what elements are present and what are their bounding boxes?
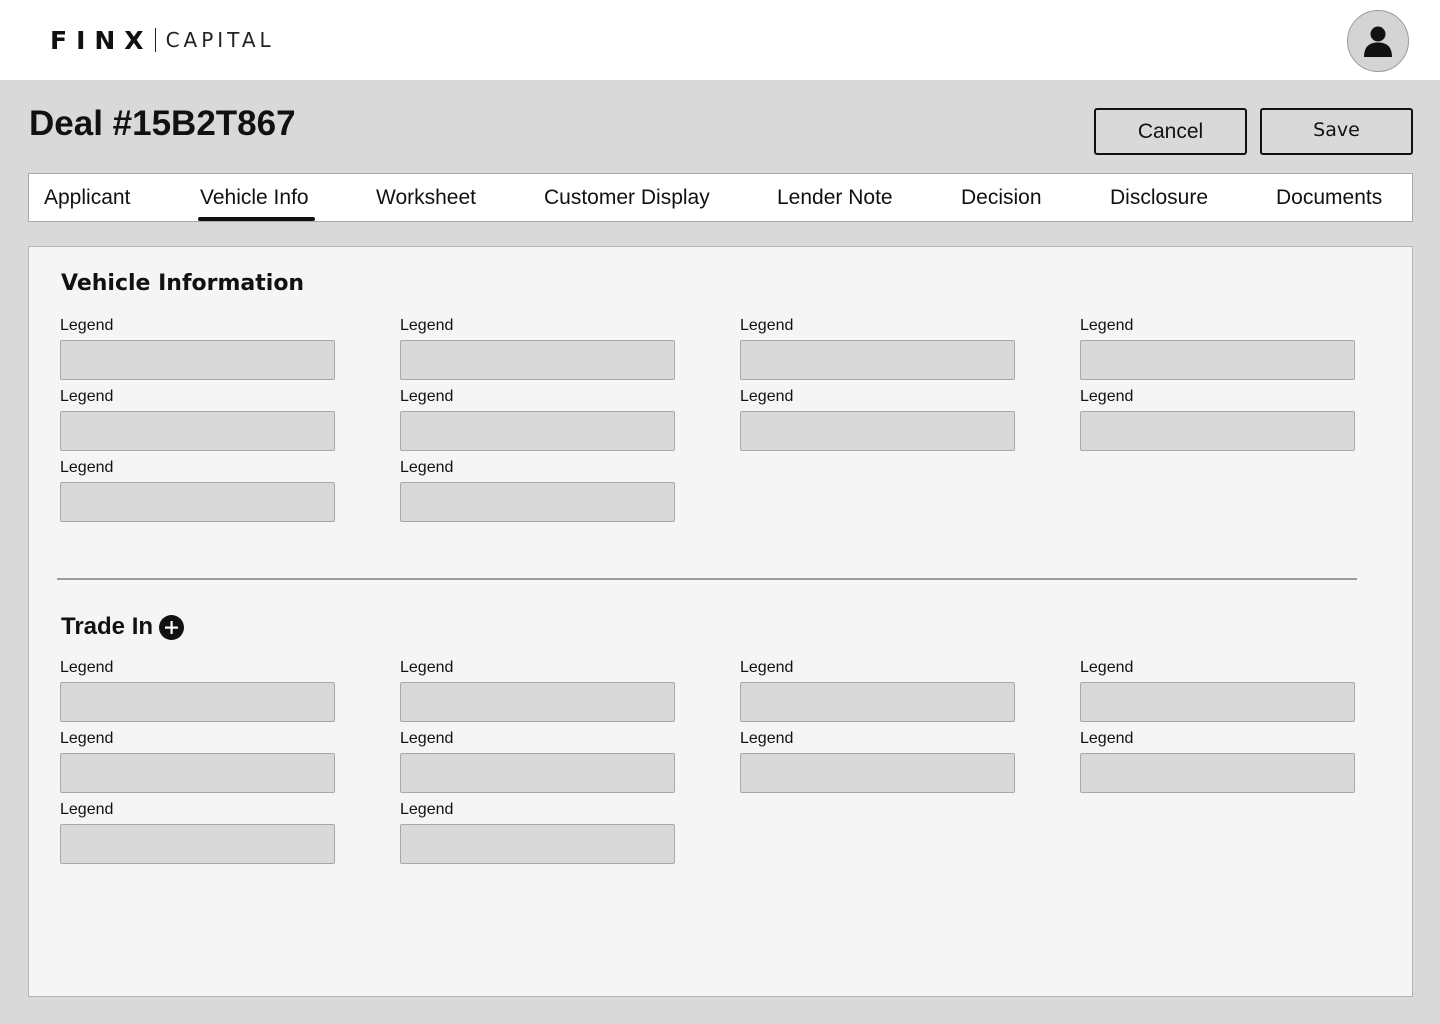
field-label: Legend xyxy=(400,730,454,747)
trade-in-input[interactable] xyxy=(1080,753,1355,793)
section-divider xyxy=(57,578,1357,580)
vehicle-input[interactable] xyxy=(400,482,675,522)
user-avatar-button[interactable] xyxy=(1347,10,1409,72)
trade-in-input[interactable] xyxy=(740,753,1015,793)
vehicle-field: Legend xyxy=(60,460,336,522)
field-label: Legend xyxy=(60,459,114,476)
vehicle-input[interactable] xyxy=(1080,340,1355,380)
deal-tab-bar: Applicant Vehicle Info Worksheet Custome… xyxy=(28,173,1413,222)
logo-divider xyxy=(154,28,156,52)
trade-in-field: Legend xyxy=(740,731,1016,793)
tab-vehicle-info[interactable]: Vehicle Info xyxy=(198,174,315,221)
field-label: Legend xyxy=(400,659,454,676)
trade-in-input[interactable] xyxy=(60,824,335,864)
field-label: Legend xyxy=(60,801,114,818)
tab-applicant[interactable]: Applicant xyxy=(44,174,130,221)
add-trade-in-plus-icon[interactable] xyxy=(159,614,185,640)
vehicle-field: Legend xyxy=(60,389,336,451)
trade-in-input[interactable] xyxy=(740,682,1015,722)
trade-in-input[interactable] xyxy=(60,682,335,722)
finx-capital-logo[interactable]: FINX CAPITAL xyxy=(50,24,275,56)
field-label: Legend xyxy=(400,388,454,405)
vehicle-info-panel: Vehicle Information Legend Legend Legend… xyxy=(28,246,1413,997)
vehicle-field: Legend xyxy=(1080,389,1356,451)
vehicle-field: Legend xyxy=(740,389,1016,451)
field-label: Legend xyxy=(60,659,114,676)
tab-disclosure[interactable]: Disclosure xyxy=(1110,174,1208,221)
field-label: Legend xyxy=(400,801,454,818)
tab-documents[interactable]: Documents xyxy=(1276,174,1382,221)
field-label: Legend xyxy=(1080,388,1134,405)
field-label: Legend xyxy=(400,317,454,334)
trade-in-field: Legend xyxy=(60,731,336,793)
plus-icon xyxy=(165,620,179,634)
trade-in-field: Legend xyxy=(740,660,1016,722)
tab-worksheet[interactable]: Worksheet xyxy=(376,174,476,221)
trade-in-field: Legend xyxy=(400,660,676,722)
field-label: Legend xyxy=(60,730,114,747)
field-label: Legend xyxy=(740,730,794,747)
vehicle-field: Legend xyxy=(400,318,676,380)
trade-in-heading: Trade In xyxy=(61,613,185,641)
trade-in-input[interactable] xyxy=(400,824,675,864)
vehicle-input[interactable] xyxy=(400,411,675,451)
field-label: Legend xyxy=(60,388,114,405)
trade-in-field: Legend xyxy=(1080,731,1356,793)
trade-in-field: Legend xyxy=(60,660,336,722)
trade-in-field: Legend xyxy=(60,802,336,864)
trade-in-field: Legend xyxy=(1080,660,1356,722)
cancel-button[interactable]: Cancel xyxy=(1094,108,1247,155)
vehicle-input[interactable] xyxy=(60,411,335,451)
vehicle-input[interactable] xyxy=(60,482,335,522)
tab-customer-display[interactable]: Customer Display xyxy=(544,174,710,221)
field-label: Legend xyxy=(1080,659,1134,676)
vehicle-field: Legend xyxy=(400,389,676,451)
trade-in-input[interactable] xyxy=(60,753,335,793)
logo-wordmark-finx: FINX xyxy=(50,25,153,55)
trade-in-input[interactable] xyxy=(1080,682,1355,722)
top-header: FINX CAPITAL xyxy=(0,0,1440,80)
trade-in-field: Legend xyxy=(400,731,676,793)
vehicle-field: Legend xyxy=(60,318,336,380)
vehicle-field: Legend xyxy=(740,318,1016,380)
field-label: Legend xyxy=(1080,317,1134,334)
field-label: Legend xyxy=(740,659,794,676)
save-button[interactable]: Save xyxy=(1260,108,1413,155)
tab-decision[interactable]: Decision xyxy=(961,174,1042,221)
vehicle-input[interactable] xyxy=(740,340,1015,380)
trade-in-title: Trade In xyxy=(61,613,154,640)
field-label: Legend xyxy=(60,317,114,334)
user-icon xyxy=(1364,26,1392,57)
trade-in-input[interactable] xyxy=(400,682,675,722)
vehicle-field: Legend xyxy=(400,460,676,522)
field-label: Legend xyxy=(740,317,794,334)
field-label: Legend xyxy=(1080,730,1134,747)
field-label: Legend xyxy=(740,388,794,405)
vehicle-input[interactable] xyxy=(60,340,335,380)
vehicle-field: Legend xyxy=(1080,318,1356,380)
vehicle-input[interactable] xyxy=(1080,411,1355,451)
logo-wordmark-capital: CAPITAL xyxy=(165,28,275,52)
vehicle-information-heading: Vehicle Information xyxy=(61,271,305,296)
vehicle-input[interactable] xyxy=(740,411,1015,451)
tab-lender-note[interactable]: Lender Note xyxy=(777,174,893,221)
trade-in-field: Legend xyxy=(400,802,676,864)
page-title: Deal #15B2T867 xyxy=(29,104,296,143)
trade-in-input[interactable] xyxy=(400,753,675,793)
field-label: Legend xyxy=(400,459,454,476)
vehicle-input[interactable] xyxy=(400,340,675,380)
